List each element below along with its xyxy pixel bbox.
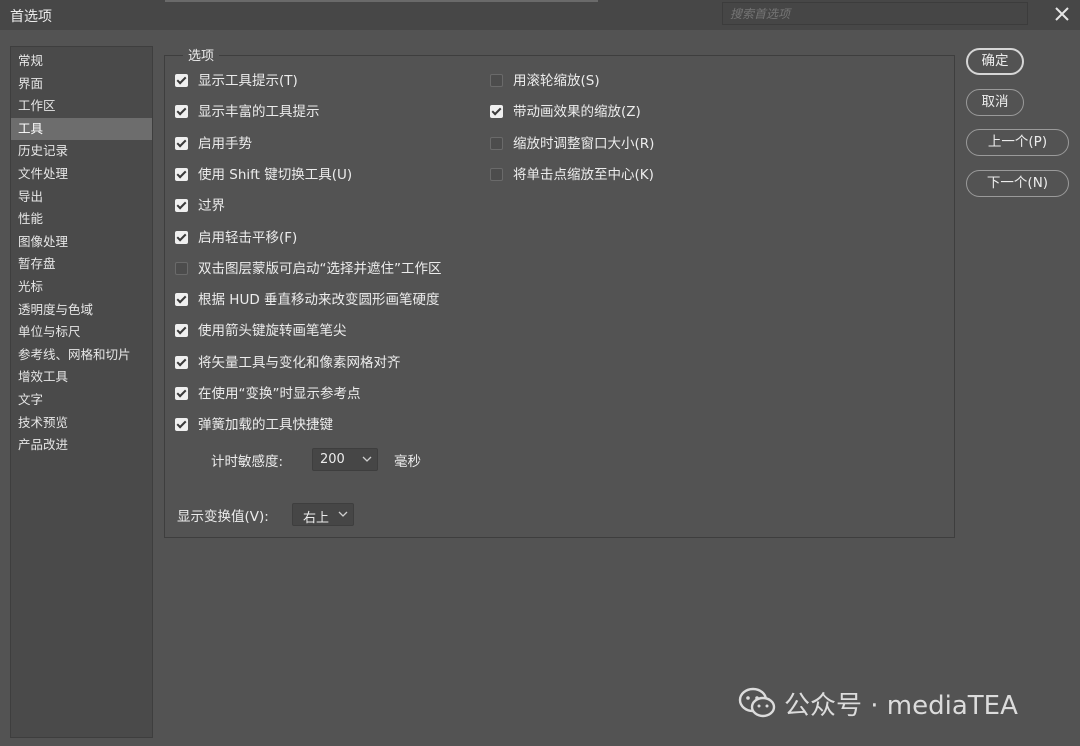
top-divider (165, 0, 598, 2)
checkbox-checked[interactable] (175, 355, 188, 369)
option-label: 缩放时调整窗口大小(R) (513, 135, 655, 152)
wechat-icon (738, 687, 776, 718)
timer-sensitivity-label: 计时敏感度: (211, 454, 284, 470)
sidebar-item[interactable]: 增效工具 (11, 366, 152, 389)
chevron-down-icon[interactable] (338, 508, 348, 518)
option-label: 使用箭头键旋转画笔笔尖 (198, 323, 347, 340)
sidebar-item[interactable]: 文字 (11, 389, 152, 412)
search-input[interactable] (722, 2, 1028, 25)
option-label: 显示丰富的工具提示 (198, 104, 320, 121)
ok-button[interactable]: 确定 (966, 48, 1024, 75)
option-label: 过界 (198, 198, 225, 215)
sidebar-item[interactable]: 产品改进 (11, 434, 152, 457)
option-label: 在使用“变换”时显示参考点 (198, 386, 361, 402)
checkbox-checked[interactable] (175, 74, 188, 87)
option-label: 弹簧加载的工具快捷键 (198, 417, 333, 434)
sidebar-item[interactable]: 工作区 (11, 95, 152, 118)
checkbox-unchecked[interactable] (490, 136, 503, 150)
checkbox-checked[interactable] (175, 293, 188, 307)
sidebar-item[interactable]: 透明度与色域 (11, 299, 152, 322)
sidebar-item[interactable]: 界面 (11, 73, 152, 96)
chevron-down-icon[interactable] (362, 453, 372, 463)
option-label: 用滚轮缩放(S) (513, 73, 600, 89)
sidebar-item[interactable]: 工具 (11, 117, 152, 141)
previous-button[interactable]: 上一个(P) (966, 129, 1069, 156)
sidebar-item[interactable]: 图像处理 (11, 231, 152, 254)
timer-unit-label: 毫秒 (394, 454, 421, 470)
sidebar-item[interactable]: 常规 (11, 50, 152, 73)
sidebar-item[interactable]: 技术预览 (11, 412, 152, 435)
checkbox-checked[interactable] (175, 136, 188, 150)
category-sidebar: 常规 界面 工作区 工具 历史记录 文件处理 导出 性能 图像处理 暂存盘 光标 透明度与色域 单位与标… (10, 46, 153, 738)
title-bar: 首选项 (0, 0, 1080, 30)
checkbox-checked[interactable] (175, 324, 188, 338)
checkbox-checked[interactable] (175, 230, 188, 244)
cancel-button[interactable]: 取消 (966, 89, 1024, 116)
window-title: 首选项 (10, 9, 52, 25)
sidebar-item[interactable]: 参考线、网格和切片 (11, 344, 152, 367)
options-legend: 选项 (183, 45, 220, 64)
checkbox-unchecked[interactable] (490, 74, 503, 87)
transform-values-label: 显示变换值(V): (177, 509, 269, 525)
checkbox-checked[interactable] (175, 199, 188, 213)
checkbox-checked[interactable] (490, 105, 503, 119)
checkbox-checked[interactable] (175, 167, 188, 181)
sidebar-item[interactable]: 性能 (11, 208, 152, 231)
option-label: 启用轻击平移(F) (198, 229, 298, 246)
checkbox-unchecked[interactable] (175, 261, 188, 275)
checkbox-checked[interactable] (175, 418, 188, 432)
option-label: 将矢量工具与变化和像素网格对齐 (198, 354, 401, 371)
option-label: 使用 Shift 键切换工具(U) (198, 166, 353, 183)
transform-values-selected: 右上 (303, 511, 330, 526)
close-icon[interactable] (1052, 4, 1072, 24)
watermark-text: 公众号 · mediaTEA (784, 690, 1018, 721)
watermark: 公众号 · mediaTEA (738, 683, 1018, 723)
sidebar-item[interactable]: 历史记录 (11, 140, 152, 163)
timer-sensitivity-field[interactable]: 200 (312, 448, 378, 471)
sidebar-item[interactable]: 文件处理 (11, 163, 152, 186)
checkbox-checked[interactable] (175, 387, 188, 400)
option-label: 双击图层蒙版可启动“选择并遮住”工作区 (198, 260, 442, 277)
option-label: 带动画效果的缩放(Z) (513, 104, 641, 121)
sidebar-item[interactable]: 暂存盘 (11, 253, 152, 276)
option-label: 启用手势 (198, 135, 252, 152)
sidebar-item[interactable]: 导出 (11, 186, 152, 209)
next-button[interactable]: 下一个(N) (966, 170, 1069, 197)
option-label: 根据 HUD 垂直移动来改变圆形画笔硬度 (198, 292, 440, 309)
option-label: 显示工具提示(T) (198, 73, 298, 89)
checkbox-checked[interactable] (175, 105, 188, 119)
sidebar-item[interactable]: 单位与标尺 (11, 321, 152, 344)
sidebar-item[interactable]: 光标 (11, 276, 152, 299)
option-label: 将单击点缩放至中心(K) (513, 166, 654, 183)
timer-sensitivity-value: 200 (320, 452, 345, 467)
checkbox-unchecked[interactable] (490, 167, 503, 181)
transform-values-dropdown[interactable]: 右上 (292, 503, 354, 526)
